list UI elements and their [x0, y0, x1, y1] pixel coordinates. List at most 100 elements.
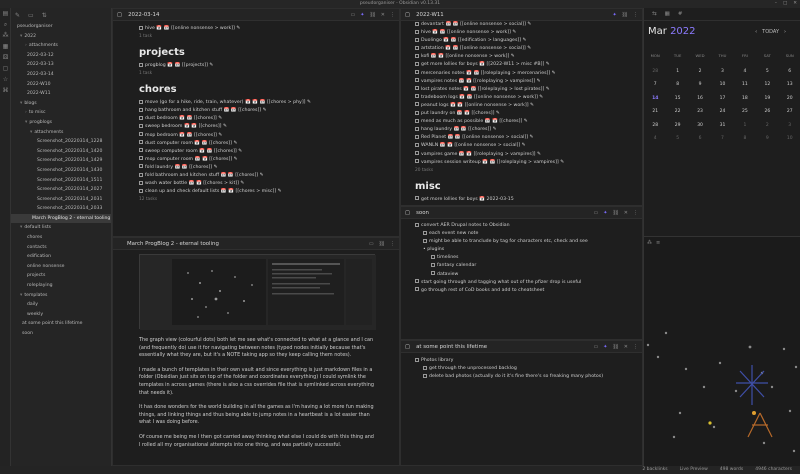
close-icon[interactable]: ✕: [381, 12, 385, 18]
calendar-day[interactable]: 20: [779, 92, 800, 106]
file-tree-item[interactable]: weekly: [11, 310, 111, 320]
pin-icon[interactable]: ✦: [603, 210, 607, 216]
task-checkbox[interactable]: [415, 94, 419, 99]
link-icon[interactable]: ⛓: [379, 241, 385, 247]
calendar-day[interactable]: 7: [711, 132, 733, 146]
task-item[interactable]: kofi 📅 📅 [[online nonsense > work]] ✎: [415, 53, 632, 61]
task-item[interactable]: artstation 📅 📅 [[online nonsense > socia…: [415, 45, 632, 53]
task-checkbox[interactable]: [415, 102, 419, 107]
task-item[interactable]: move (go for a hike, ride, train, whatev…: [139, 99, 375, 107]
calendar-day[interactable]: 6: [689, 132, 711, 146]
file-tree-item[interactable]: contacts: [11, 243, 111, 253]
task-checkbox[interactable]: [415, 61, 419, 66]
calendar-day[interactable]: 10: [711, 78, 733, 92]
file-tree-item[interactable]: ▾ templates: [11, 291, 111, 301]
calendar-day[interactable]: 15: [666, 92, 688, 106]
task-item[interactable]: convert AER Drupal notes to Obsidian: [415, 222, 632, 230]
task-checkbox[interactable]: [415, 45, 419, 50]
new-note-icon[interactable]: ✎: [15, 12, 20, 19]
close-icon[interactable]: ✕: [624, 344, 628, 350]
task-checkbox[interactable]: [415, 142, 419, 147]
file-tree-item[interactable]: ▾ 2022: [11, 32, 111, 42]
link-icon[interactable]: ⛓: [612, 210, 618, 216]
task-item[interactable]: • plugins: [415, 246, 632, 254]
task-item[interactable]: fantasy calendar: [415, 262, 632, 270]
file-tree-item[interactable]: Screenshot_20220314_1511: [11, 176, 111, 186]
task-item[interactable]: hive 📅 📅 [[online nonsense > work]] ✎: [139, 25, 375, 33]
reading-view-icon[interactable]: ▭: [351, 12, 356, 18]
task-item[interactable]: delete bad photos (actually do it it's f…: [415, 373, 632, 381]
task-item[interactable]: wash water bottle 📅 📅 [[chores > kit]] ✎: [139, 180, 375, 188]
calendar-day[interactable]: 14: [644, 92, 666, 106]
task-checkbox[interactable]: [423, 238, 427, 243]
task-checkbox[interactable]: [139, 107, 143, 112]
calendar-day[interactable]: 4: [734, 65, 756, 79]
task-item[interactable]: WANLN 📅 📅 [[online nonsense > social]] ✎: [415, 142, 632, 150]
task-checkbox[interactable]: [139, 180, 143, 185]
pin-icon[interactable]: ✦: [603, 344, 607, 350]
calendar-day[interactable]: 4: [644, 132, 666, 146]
link-icon[interactable]: ⛓: [369, 12, 375, 18]
task-item[interactable]: sweep bedroom 📅 📅 [[chores]] ✎: [139, 123, 375, 131]
task-item[interactable]: tradeboom logs 📅 📅 [[online nonsense > w…: [415, 94, 632, 102]
file-tree-item[interactable]: 2022-03-12: [11, 51, 111, 61]
calendar-day[interactable]: 26: [756, 105, 778, 119]
task-checkbox[interactable]: [139, 25, 143, 30]
task-checkbox[interactable]: [415, 287, 419, 292]
graph-view-panel[interactable]: ⁂ ≡: [643, 236, 800, 466]
file-icon[interactable]: ▢: [0, 63, 11, 74]
task-item[interactable]: mop bedroom 📅 📅 [[chores]] ✎: [139, 132, 375, 140]
file-tree-item[interactable]: projects: [11, 271, 111, 281]
embedded-screenshot[interactable]: [139, 254, 376, 330]
file-tree-item[interactable]: 2022-W10: [11, 80, 111, 90]
file-tree-item[interactable]: ▾ blogs: [11, 99, 111, 109]
task-item[interactable]: vampires notes 📅 📅 [[roleplaying > vampi…: [415, 78, 632, 86]
file-tree-item[interactable]: Screenshot_20220314_2033: [11, 204, 111, 214]
task-checkbox[interactable]: [415, 279, 419, 284]
reading-view-icon[interactable]: ▭: [594, 344, 599, 350]
task-item[interactable]: Red Planet 📅 📅 [[online nonsense > socia…: [415, 134, 632, 142]
task-item[interactable]: mop computer room 📅 📅 [[chores]] ✎: [139, 156, 375, 164]
calendar-day[interactable]: 12: [756, 78, 778, 92]
calendar-day[interactable]: 29: [666, 119, 688, 133]
task-checkbox[interactable]: [415, 53, 419, 58]
task-checkbox[interactable]: [415, 86, 419, 91]
task-item[interactable]: vampires session writeup 📅 📅 [[roleplayi…: [415, 159, 632, 167]
file-tree-item[interactable]: 2022-03-13: [11, 60, 111, 70]
task-checkbox[interactable]: [139, 99, 143, 104]
file-tree-item[interactable]: Screenshot_20220314_1429: [11, 156, 111, 166]
task-checkbox[interactable]: [139, 62, 143, 67]
task-item[interactable]: dataview: [415, 271, 632, 279]
tags-icon[interactable]: #: [678, 11, 683, 17]
task-checkbox[interactable]: [423, 373, 427, 378]
task-checkbox[interactable]: [415, 159, 419, 164]
task-item[interactable]: go through rest of CoD books and add to …: [415, 287, 632, 295]
calendar-day[interactable]: 9: [689, 78, 711, 92]
pin-icon[interactable]: ✦: [360, 12, 364, 18]
editor-mode[interactable]: Live Preview: [680, 466, 708, 474]
task-checkbox[interactable]: [139, 115, 143, 120]
calendar-day[interactable]: 8: [666, 78, 688, 92]
task-checkbox[interactable]: [423, 230, 427, 235]
task-item[interactable]: clean up and check default lists 📅 📅 [[c…: [139, 188, 375, 196]
maximize-button[interactable]: □: [783, 0, 787, 8]
task-checkbox[interactable]: [139, 123, 143, 128]
more-options-icon[interactable]: ⋮: [390, 12, 395, 18]
file-tree-item[interactable]: daily: [11, 300, 111, 310]
calendar-day[interactable]: 31: [711, 119, 733, 133]
calendar-day[interactable]: 28: [644, 119, 666, 133]
task-item[interactable]: fold bathroom and kitchen stuff 📅 📅 [[ch…: [139, 172, 375, 180]
file-tree-item[interactable]: ▾ attachments: [11, 128, 111, 138]
calendar-day[interactable]: 19: [756, 92, 778, 106]
task-item[interactable]: progblog 📅 📅 [[projects]] ✎: [139, 62, 375, 70]
calendar-day[interactable]: 9: [756, 132, 778, 146]
task-item[interactable]: start going through and tagging what out…: [415, 279, 632, 287]
task-item[interactable]: dust bedroom 📅 📅 [[chores]] ✎: [139, 115, 375, 123]
file-tree-item[interactable]: ▾ default lists: [11, 223, 111, 233]
task-item[interactable]: mercenaries notes 📅 📅 [[roleplaying > me…: [415, 70, 632, 78]
task-item[interactable]: might be able to tranclude by tag for ch…: [415, 238, 632, 246]
task-item[interactable]: devantart 📅 📅 [[online nonsense > social…: [415, 21, 632, 29]
task-checkbox[interactable]: [415, 196, 419, 201]
task-checkbox[interactable]: [415, 21, 419, 26]
file-tree-item[interactable]: roleplaying: [11, 281, 111, 291]
